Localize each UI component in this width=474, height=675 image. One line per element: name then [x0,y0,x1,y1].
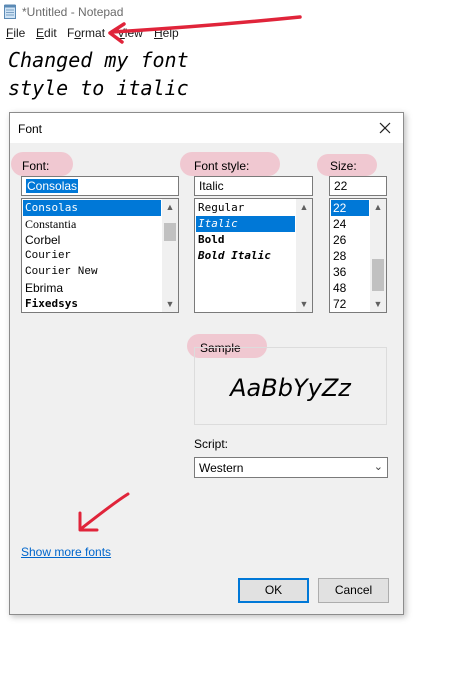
chevron-up-icon[interactable]: ▲ [162,199,178,215]
ok-button[interactable]: OK [238,578,309,603]
menu-file-rest: ile [13,26,26,40]
font-dialog: Font Font: Consolas Consolas Constantia … [9,112,404,615]
menu-view[interactable]: View [117,26,143,40]
size-list-item[interactable]: 22 [331,200,369,216]
font-name-value: Consolas [26,179,79,193]
window-title: *Untitled - Notepad [22,5,124,19]
size-input[interactable]: 22 [329,176,387,196]
style-list-item[interactable]: Italic [196,216,295,232]
script-value: Western [199,461,244,475]
font-list-item[interactable]: Ebrima [23,280,63,296]
font-style-label: Font style: [194,159,250,173]
chevron-down-icon[interactable]: ▼ [162,296,178,312]
scroll-thumb[interactable] [372,259,384,291]
script-select[interactable]: Western ⌄ [194,457,388,478]
chevron-down-icon[interactable]: ▼ [370,296,386,312]
menu-help-rest: elp [162,26,179,40]
chevron-down-icon: ⌄ [373,461,383,473]
scroll-thumb[interactable] [164,223,176,241]
close-icon[interactable] [372,117,398,139]
font-list-scrollbar[interactable]: ▲ ▼ [162,199,178,312]
show-more-fonts-link[interactable]: Show more fonts [21,545,111,559]
menu-format-rest: rmat [81,26,106,40]
dialog-titlebar: Font [10,113,403,143]
menu-bar: File Edit Format View Help [0,25,474,43]
script-label: Script: [194,437,229,451]
font-list[interactable]: Consolas Constantia Corbel Courier Couri… [21,198,179,313]
size-list[interactable]: 22 24 26 28 36 48 72 ▲ ▼ [329,198,387,313]
menu-view-mnemonic: V [117,26,125,40]
size-list-item[interactable]: 24 [331,216,346,232]
font-list-item[interactable]: Courier New [23,264,98,280]
notepad-icon [4,4,16,19]
size-label: Size: [330,159,357,173]
size-list-item[interactable]: 48 [331,280,346,296]
menu-view-rest: iew [124,26,143,40]
size-list-item[interactable]: 36 [331,264,346,280]
chevron-down-icon[interactable]: ▼ [296,296,312,312]
font-list-item[interactable]: Fixedsys [23,296,78,312]
size-list-item[interactable]: 28 [331,248,346,264]
style-list-item[interactable]: Bold [196,232,225,248]
editor-text-area[interactable]: Changed my font style to italic [8,46,468,102]
menu-help-mnemonic: H [154,26,163,40]
notepad-titlebar: *Untitled - Notepad [0,0,474,24]
style-list-item[interactable]: Regular [196,200,244,216]
menu-help[interactable]: Help [154,26,179,40]
style-list-item[interactable]: Bold Italic [196,248,271,264]
font-list-item[interactable]: Constantia [23,216,76,232]
chevron-up-icon[interactable]: ▲ [370,199,386,215]
size-list-item[interactable]: 72 [331,296,346,312]
size-list-item[interactable]: 26 [331,232,346,248]
menu-edit-rest: dit [44,26,57,40]
font-style-list[interactable]: Regular Italic Bold Bold Italic ▲ ▼ [194,198,313,313]
font-label: Font: [22,159,50,173]
menu-edit[interactable]: Edit [36,26,57,40]
font-name-input[interactable]: Consolas [21,176,179,196]
dialog-title: Font [18,122,43,136]
menu-file[interactable]: File [6,26,25,40]
menu-edit-mnemonic: E [36,26,45,40]
style-list-scrollbar[interactable]: ▲ ▼ [296,199,312,312]
font-list-item[interactable]: Consolas [23,200,161,216]
cancel-button[interactable]: Cancel [318,578,389,603]
font-list-item[interactable]: Corbel [23,232,60,248]
size-list-scrollbar[interactable]: ▲ ▼ [370,199,386,312]
font-style-input[interactable]: Italic [194,176,313,196]
chevron-up-icon[interactable]: ▲ [296,199,312,215]
font-list-item[interactable]: Courier [23,248,71,264]
menu-format[interactable]: Format [67,26,105,40]
sample-preview-text: AaBbYyZz [230,374,351,402]
